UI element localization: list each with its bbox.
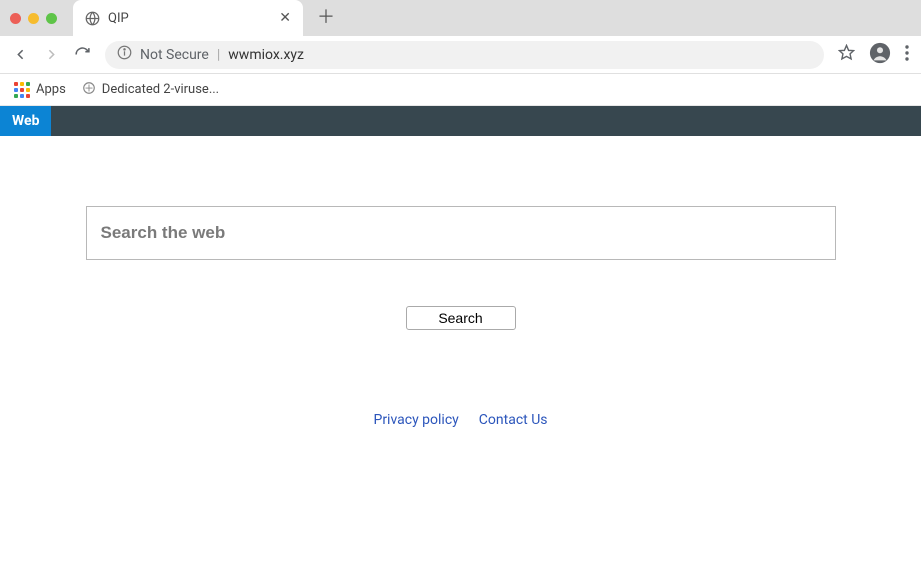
footer-links: Privacy policy Contact Us [373,412,547,428]
globe-icon [85,11,100,26]
browser-chrome: QIP ✕ ＋ Not Secure | wwmiox.xyz [0,0,921,106]
tab-web[interactable]: Web [0,106,51,136]
tab-web-label: Web [12,113,39,129]
page-content: Web Search Privacy policy Contact Us [0,106,921,428]
menu-icon[interactable] [905,45,909,65]
tab-strip: QIP ✕ ＋ [0,0,921,36]
browser-tab[interactable]: QIP ✕ [73,0,303,36]
forward-button[interactable] [43,46,60,63]
window-controls[interactable] [10,13,57,24]
back-button[interactable] [12,46,29,63]
tab-title: QIP [108,11,271,26]
address-separator: | [217,47,220,63]
window-close-dot[interactable] [10,13,21,24]
security-label: Not Secure [140,47,209,63]
close-icon[interactable]: ✕ [279,10,291,26]
bookmarks-bar: Apps Dedicated 2-viruse... [0,74,921,106]
page-header-bar: Web [0,106,921,136]
bookmark-favicon [82,81,96,99]
privacy-link[interactable]: Privacy policy [373,412,458,428]
contact-link[interactable]: Contact Us [479,412,548,428]
window-maximize-dot[interactable] [46,13,57,24]
toolbar: Not Secure | wwmiox.xyz [0,36,921,74]
bookmark-label: Dedicated 2-viruse... [102,82,219,97]
profile-icon[interactable] [869,42,891,68]
url-text: wwmiox.xyz [228,47,304,63]
info-icon [117,45,132,64]
apps-icon [14,82,30,98]
address-bar[interactable]: Not Secure | wwmiox.xyz [105,41,824,69]
toolbar-right [838,42,909,68]
bookmark-item-1[interactable]: Dedicated 2-viruse... [82,81,219,99]
bookmark-star-icon[interactable] [838,44,855,65]
apps-shortcut[interactable]: Apps [14,82,66,98]
reload-button[interactable] [74,46,91,63]
main-content: Search Privacy policy Contact Us [0,136,921,428]
search-button[interactable]: Search [406,306,516,330]
new-tab-button[interactable]: ＋ [317,9,335,27]
window-minimize-dot[interactable] [28,13,39,24]
apps-label: Apps [36,82,66,97]
search-input[interactable] [86,206,836,260]
